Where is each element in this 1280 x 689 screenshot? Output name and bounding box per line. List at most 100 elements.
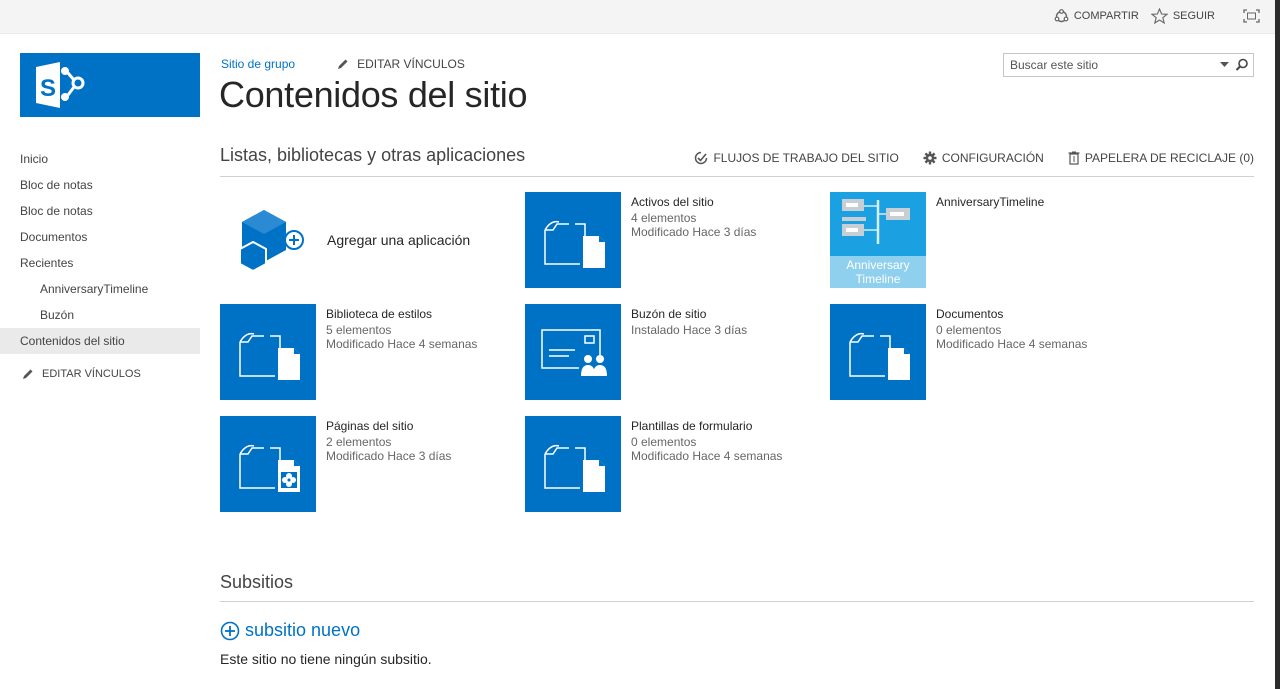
tile-text: Documentos 0 elementos Modificado Hace 4…: [936, 307, 1087, 351]
new-subsite-link[interactable]: subsitio nuevo: [220, 620, 360, 641]
tile-item-count: 4 elementos: [631, 211, 697, 225]
settings-label: CONFIGURACIÓN: [941, 151, 1044, 165]
add-app-tile[interactable]: Agregar una aplicación: [220, 192, 520, 288]
tile-title[interactable]: Biblioteca de estilos: [326, 307, 477, 321]
nav-edit-links-label: EDITAR VÍNCULOS: [42, 368, 141, 380]
search-scope-dropdown[interactable]: [1217, 62, 1231, 68]
share-button[interactable]: COMPARTIR: [1054, 8, 1139, 24]
share-icon: [1054, 8, 1069, 22]
timeline-caption-line2: Timeline: [855, 272, 901, 286]
site-workflows-label: FLUJOS DE TRABAJO DEL SITIO: [713, 151, 899, 165]
tile-modified: Modificado Hace 4 semanas: [326, 337, 478, 351]
pencil-icon: [338, 59, 348, 69]
no-subsites-message: Este sitio no tiene ningún subsitio.: [220, 651, 432, 667]
add-app-label: Agregar una aplicación: [327, 232, 471, 248]
chevron-down-icon: [1219, 62, 1229, 67]
svg-text:S: S: [40, 75, 56, 102]
nav-subitem-anniversary-timeline[interactable]: AnniversaryTimeline: [20, 276, 200, 302]
focus-on-content-button[interactable]: [1243, 9, 1265, 23]
site-workflows-button[interactable]: FLUJOS DE TRABAJO DEL SITIO: [694, 151, 899, 165]
page-title: Contenidos del sitio: [219, 74, 528, 115]
apps-section-header: Listas, bibliotecas y otras aplicaciones…: [220, 145, 1254, 177]
tile-title[interactable]: Documentos: [936, 307, 1087, 321]
document-library-icon: [525, 192, 621, 288]
follow-label: SEGUIR: [1172, 10, 1215, 22]
star-icon: [1150, 8, 1168, 24]
sharepoint-logo[interactable]: S: [20, 53, 200, 117]
tile-site-assets[interactable]: Activos del sitio 4 elementos Modificado…: [525, 192, 825, 288]
edit-links-button[interactable]: EDITAR VÍNCULOS: [337, 57, 465, 71]
tile-modified: Modificado Hace 3 días: [631, 225, 757, 239]
tile-site-mailbox[interactable]: Buzón de sitio Instalado Hace 3 días: [525, 304, 825, 400]
nav-item-site-contents[interactable]: Contenidos del sitio: [0, 328, 200, 354]
add-circle-icon: [220, 621, 240, 640]
timeline-app-icon: Anniversary Timeline: [830, 192, 926, 288]
sharepoint-logo-icon: S: [36, 62, 85, 108]
tile-installed: Instalado Hace 3 días: [631, 323, 748, 337]
tile-text: AnniversaryTimeline: [936, 195, 1044, 211]
recycle-bin-icon: [1068, 151, 1080, 165]
breadcrumb-site-link[interactable]: Sitio de grupo: [221, 57, 295, 71]
breadcrumb: Sitio de grupo EDITAR VÍNCULOS: [221, 57, 465, 71]
new-subsite-label: subsitio nuevo: [245, 620, 361, 640]
suite-bar: COMPARTIR SEGUIR: [0, 0, 1275, 34]
tile-text: Buzón de sitio Instalado Hace 3 días: [631, 307, 747, 337]
tile-documents[interactable]: Documentos 0 elementos Modificado Hace 4…: [830, 304, 1130, 400]
recycle-bin-label: PAPELERA DE RECICLAJE (0): [1084, 151, 1254, 165]
add-app-icon: [239, 210, 304, 273]
nav-item-recientes[interactable]: Recientes: [20, 250, 200, 276]
mailbox-icon: [525, 304, 621, 400]
tile-anniversary-timeline[interactable]: Anniversary Timeline AnniversaryTimeline: [830, 192, 1130, 288]
search-input[interactable]: [1004, 58, 1217, 72]
pencil-icon: [23, 369, 33, 379]
workflow-icon: [695, 151, 708, 165]
edit-links-label: EDITAR VÍNCULOS: [357, 57, 465, 71]
tile-modified: Modificado Hace 4 semanas: [936, 337, 1088, 351]
tile-item-count: 0 elementos: [631, 435, 697, 449]
document-library-icon: [220, 304, 316, 400]
tile-title[interactable]: AnniversaryTimeline: [936, 195, 1044, 209]
site-pages-icon: [220, 416, 316, 512]
tile-style-library[interactable]: Biblioteca de estilos 5 elementos Modifi…: [220, 304, 520, 400]
tile-modified: Modificado Hace 4 semanas: [631, 449, 783, 463]
focus-icon: [1243, 9, 1260, 23]
tile-text: Activos del sitio 4 elementos Modificado…: [631, 195, 756, 239]
document-library-icon: [830, 304, 926, 400]
recycle-bin-button[interactable]: PAPELERA DE RECICLAJE (0): [1068, 151, 1254, 165]
tile-text: Biblioteca de estilos 5 elementos Modifi…: [326, 307, 477, 351]
window-edge: [1275, 0, 1280, 689]
apps-section-actions: FLUJOS DE TRABAJO DEL SITIO CONFIGURACIÓ…: [670, 151, 1254, 165]
nav-item-bloc-de-notas[interactable]: Bloc de notas: [20, 172, 200, 198]
nav-subitem-buzon[interactable]: Buzón: [20, 302, 200, 328]
tile-form-templates[interactable]: Plantillas de formulario 0 elementos Mod…: [525, 416, 825, 512]
tile-item-count: 0 elementos: [936, 323, 1002, 337]
suite-links: COMPARTIR SEGUIR: [1042, 8, 1265, 24]
gear-icon: [923, 151, 937, 165]
subsites-title: Subsitios: [220, 572, 294, 592]
nav-item-inicio[interactable]: Inicio: [20, 146, 200, 172]
nav-edit-links-button[interactable]: EDITAR VÍNCULOS: [20, 368, 200, 380]
tile-title[interactable]: Activos del sitio: [631, 195, 756, 209]
document-library-icon: [525, 416, 621, 512]
follow-button[interactable]: SEGUIR: [1150, 8, 1215, 24]
timeline-caption: Anniversary Timeline: [830, 256, 926, 288]
search-button[interactable]: [1231, 58, 1253, 72]
tile-title[interactable]: Páginas del sitio: [326, 419, 451, 433]
subsites-section-header: Subsitios: [220, 572, 1254, 602]
quick-launch-nav: Inicio Bloc de notas Bloc de notas Docum…: [0, 146, 200, 380]
share-label: COMPARTIR: [1073, 10, 1139, 22]
search-icon: [1235, 58, 1248, 71]
tile-text: Páginas del sitio 2 elementos Modificado…: [326, 419, 451, 463]
tile-text: Plantillas de formulario 0 elementos Mod…: [631, 419, 782, 463]
tile-item-count: 5 elementos: [326, 323, 392, 337]
tile-title[interactable]: Buzón de sitio: [631, 307, 747, 321]
apps-section-title: Listas, bibliotecas y otras aplicaciones: [220, 145, 526, 165]
search-box: [1003, 53, 1254, 77]
settings-button[interactable]: CONFIGURACIÓN: [923, 151, 1044, 165]
tile-site-pages[interactable]: Páginas del sitio 2 elementos Modificado…: [220, 416, 520, 512]
nav-item-documentos[interactable]: Documentos: [20, 224, 200, 250]
nav-item-bloc-de-notas-2[interactable]: Bloc de notas: [20, 198, 200, 224]
tile-modified: Modificado Hace 3 días: [326, 449, 452, 463]
tile-title[interactable]: Plantillas de formulario: [631, 419, 782, 433]
tile-item-count: 2 elementos: [326, 435, 392, 449]
